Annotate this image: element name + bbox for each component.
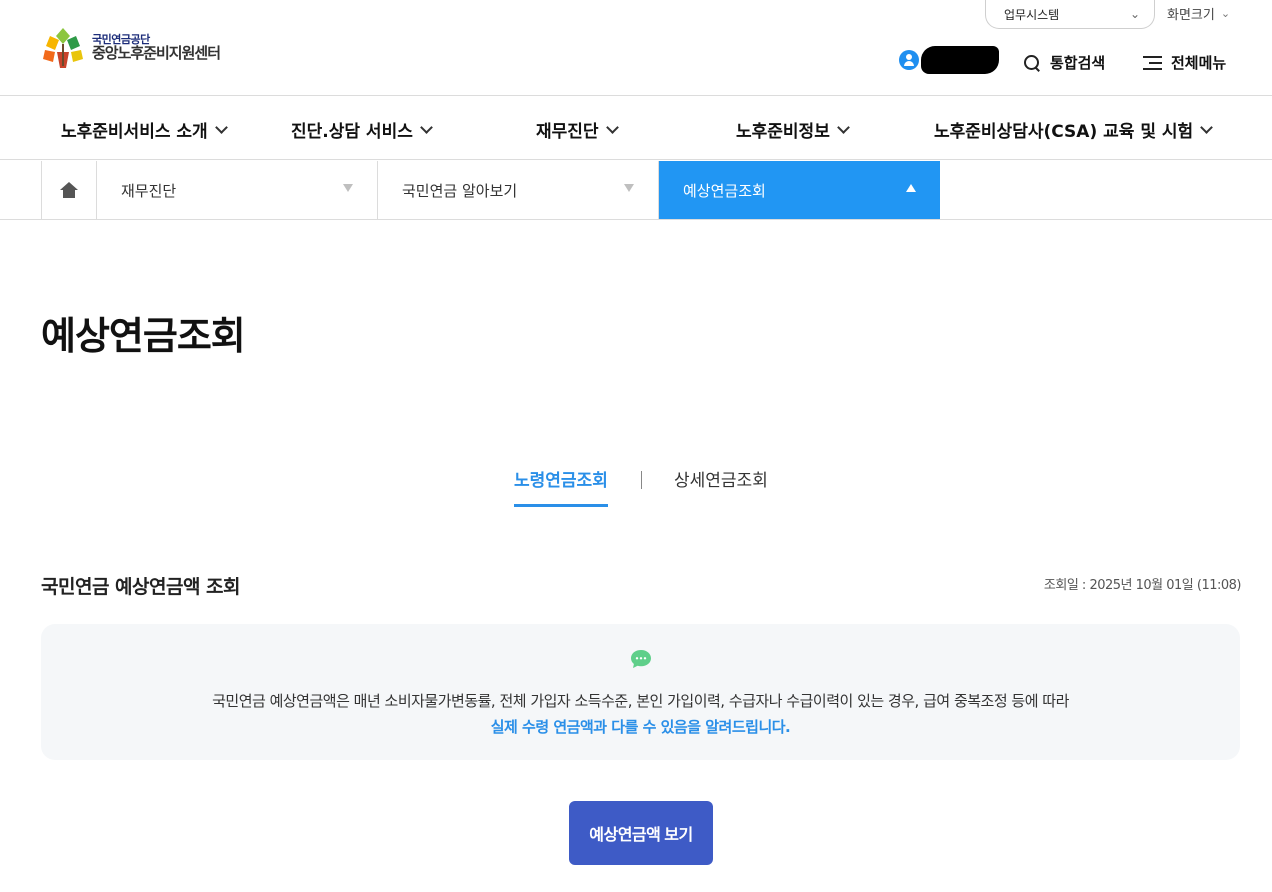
caret-up-icon: [906, 184, 916, 192]
nps-logo-icon: [43, 28, 83, 68]
gnb-item-label: 노후준비서비스 소개: [61, 122, 208, 142]
business-system-select[interactable]: 업무시스템 ⌄: [985, 0, 1155, 29]
breadcrumb: 재무진단 국민연금 알아보기 예상연금조회: [0, 161, 1272, 220]
caret-down-icon: [624, 184, 634, 192]
pension-tabs: 노령연금조회 상세연금조회: [0, 466, 1272, 507]
user-icon: [899, 50, 919, 70]
section-title: 국민연금 예상연금액 조회: [41, 576, 241, 598]
gnb-item-label: 진단.상담 서비스: [291, 122, 413, 142]
gnb-item-label: 노후준비상담사(CSA) 교육 및 시험: [934, 122, 1194, 142]
gnb-item-financial-diagnosis[interactable]: 재무진단: [536, 117, 619, 142]
view-expected-pension-button[interactable]: 예상연금액 보기: [569, 801, 713, 865]
gnb-item-label: 노후준비정보: [736, 122, 830, 142]
breadcrumb-label: 재무진단: [121, 181, 177, 200]
inquiry-date: 조회일 : 2025년 10월 01일 (11:08): [1043, 578, 1242, 593]
site-logo[interactable]: 국민연금공단 중앙노후준비지원센터: [40, 26, 221, 70]
search-icon: [1024, 54, 1040, 71]
page-title: 예상연금조회: [41, 314, 246, 358]
chevron-down-icon: ⌄: [1129, 7, 1140, 21]
screen-size-label: 화면크기: [1167, 8, 1215, 23]
gnb-item-csa-education[interactable]: 노후준비상담사(CSA) 교육 및 시험: [934, 117, 1214, 142]
integrated-search-button[interactable]: 통합검색: [1024, 52, 1105, 73]
chevron-down-icon: [605, 120, 619, 134]
screen-size-control[interactable]: 화면크기 ⌄: [1167, 4, 1230, 23]
gnb-item-label: 재무진단: [536, 122, 599, 142]
home-icon: [60, 182, 78, 198]
all-menu-label: 전체메뉴: [1171, 54, 1227, 72]
breadcrumb-label: 예상연금조회: [683, 181, 766, 200]
hamburger-icon: [1143, 55, 1162, 70]
gnb-item-diagnosis-consulting[interactable]: 진단.상담 서비스: [291, 117, 433, 142]
tab-detailed-pension[interactable]: 상세연금조회: [674, 466, 768, 491]
tab-divider: [641, 471, 642, 489]
caret-down-icon: [343, 184, 353, 192]
notice-highlight-text: 실제 수령 연금액과 다를 수 있음을 알려드립니다.: [490, 718, 791, 736]
breadcrumb-label: 국민연금 알아보기: [402, 181, 518, 200]
breadcrumb-national-pension[interactable]: 국민연금 알아보기: [378, 161, 659, 219]
user-account[interactable]: [899, 46, 999, 74]
chevron-down-icon: [1200, 120, 1214, 134]
tab-old-age-pension[interactable]: 노령연금조회: [514, 466, 608, 507]
gnb-item-retirement-info[interactable]: 노후준비정보: [736, 117, 850, 142]
breadcrumb-expected-pension[interactable]: 예상연금조회: [659, 161, 940, 219]
site-header: 국민연금공단 중앙노후준비지원센터 업무시스템 ⌄ 화면크기 ⌄ 통합검색 전체…: [0, 0, 1272, 96]
home-button[interactable]: [41, 161, 97, 219]
chevron-down-icon: [836, 120, 850, 134]
chevron-down-icon: [419, 120, 433, 134]
logo-center-name: 중앙노후준비지원센터: [92, 43, 221, 62]
notice-text: 국민연금 예상연금액은 매년 소비자물가변동률, 전체 가입자 소득수준, 본인…: [212, 692, 1069, 710]
breadcrumb-financial-diagnosis[interactable]: 재무진단: [97, 161, 378, 219]
gnb-item-service-intro[interactable]: 노후준비서비스 소개: [61, 117, 228, 142]
all-menu-button[interactable]: 전체메뉴: [1143, 52, 1226, 73]
integrated-search-label: 통합검색: [1050, 54, 1106, 72]
business-system-label: 업무시스템: [1004, 7, 1060, 22]
redacted-username: [921, 46, 999, 74]
chevron-down-icon: [214, 120, 228, 134]
main-navigation: 노후준비서비스 소개 진단.상담 서비스 재무진단 노후준비정보 노후준비상담사…: [0, 96, 1272, 160]
chevron-down-icon: ⌄: [1220, 7, 1231, 20]
chat-bubble-icon: [631, 650, 651, 668]
notice-box: 국민연금 예상연금액은 매년 소비자물가변동률, 전체 가입자 소득수준, 본인…: [41, 624, 1240, 760]
